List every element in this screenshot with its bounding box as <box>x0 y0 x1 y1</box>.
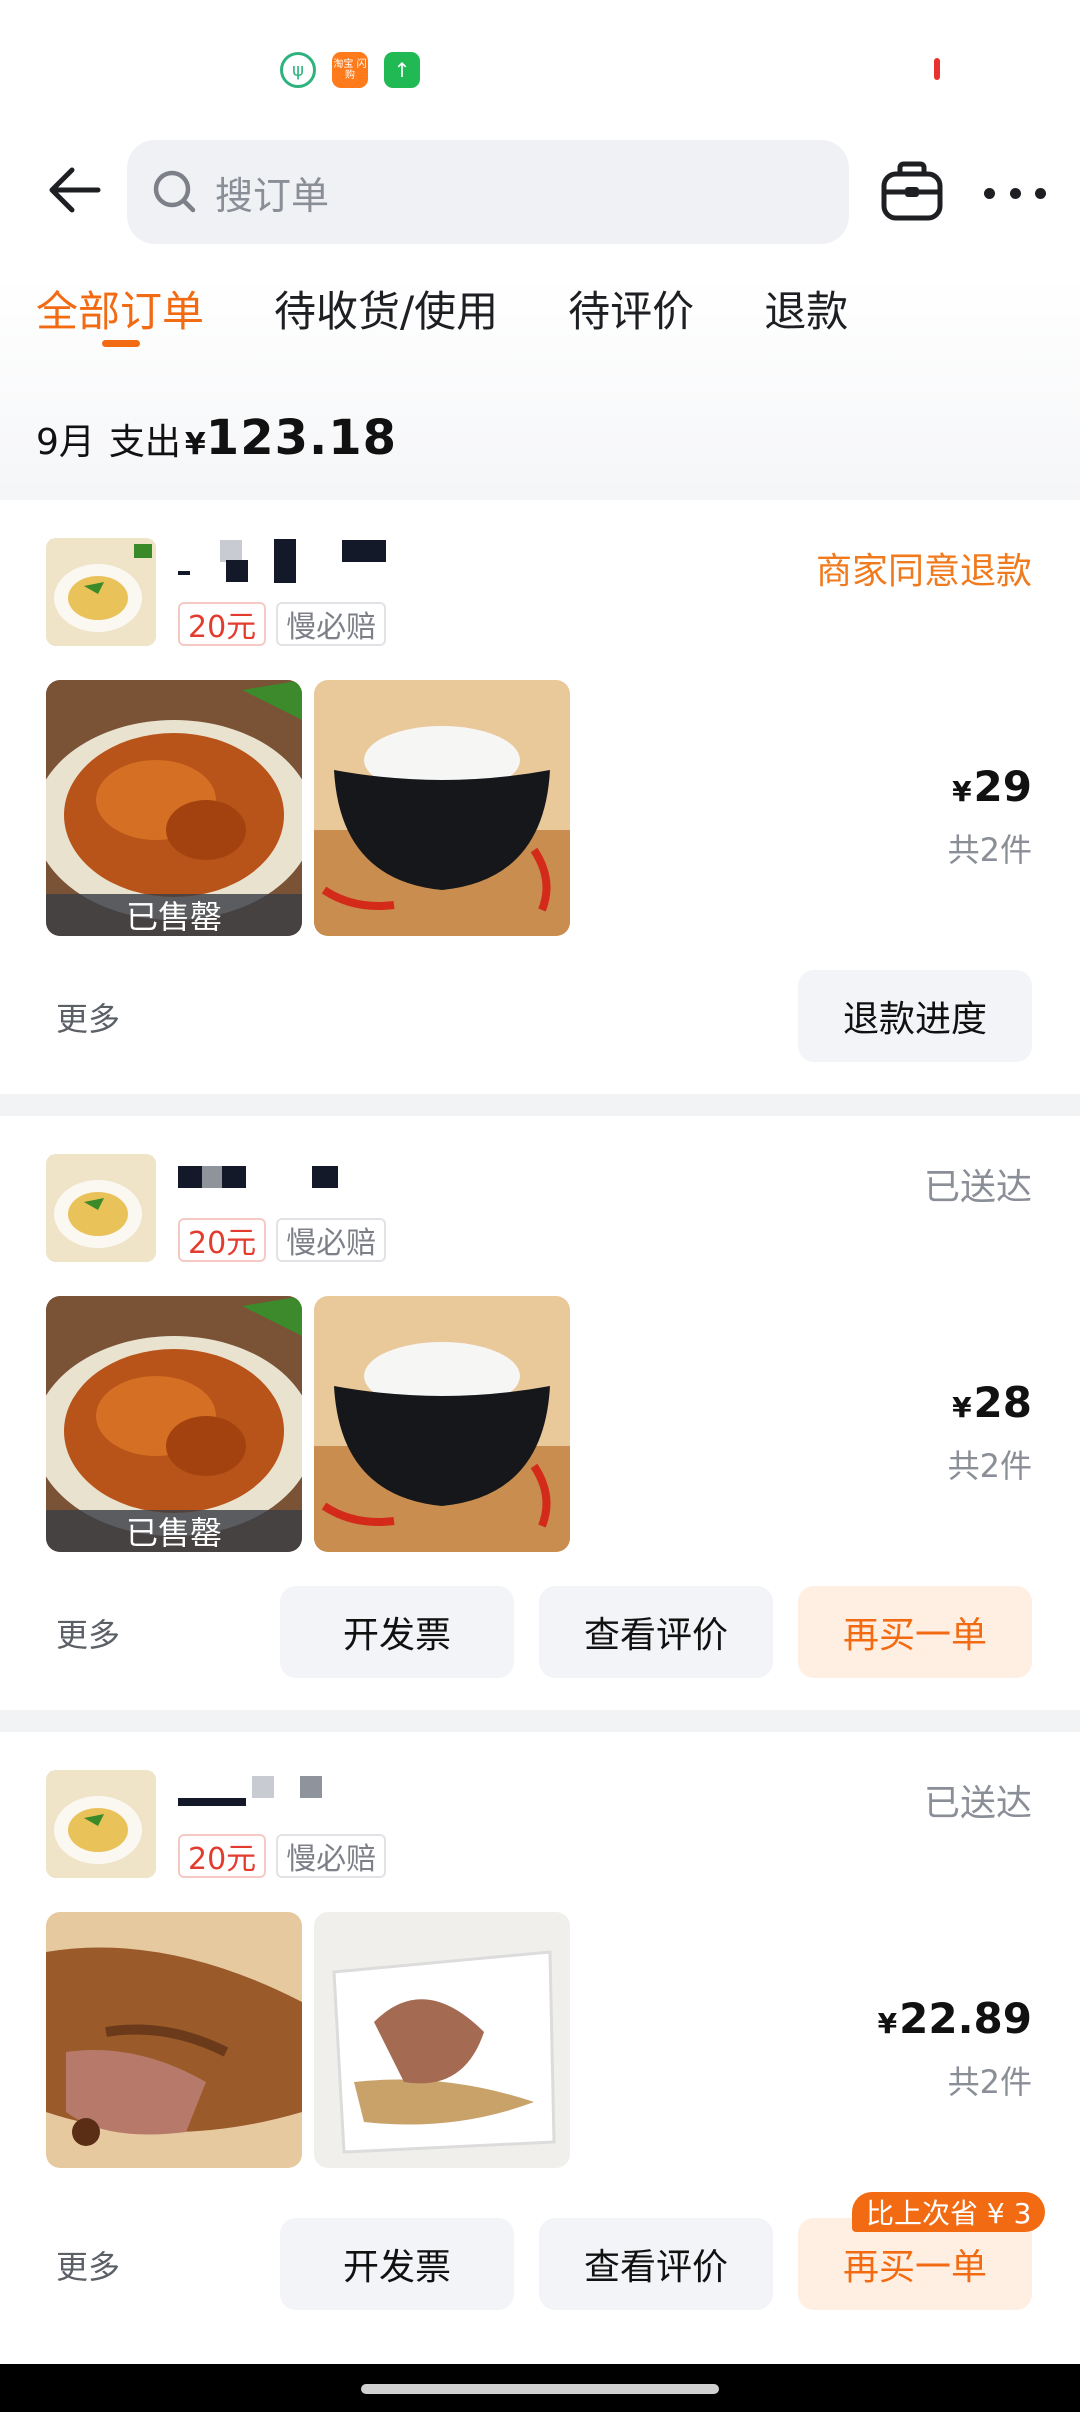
status-bar-icons: ψ 淘宝 闪购 ↑ <box>280 52 420 88</box>
summary-label: 支出 <box>108 422 181 463</box>
monthly-summary: 9月 支出 ¥ 123.18 <box>36 410 397 466</box>
shop-tags: 20元 慢必赔 <box>178 1834 387 1878</box>
order-price: ¥22.89 共2件 <box>878 1994 1032 2103</box>
product-image[interactable] <box>314 1296 570 1552</box>
order-card[interactable]: 20元 慢必赔 商家同意退款 已售罄 ¥29 共2件 更多 退款进度 <box>0 500 1080 1094</box>
price-currency: ¥ <box>952 1391 972 1424</box>
product-image[interactable] <box>314 680 570 936</box>
more-dots-icon[interactable] <box>984 168 1046 218</box>
late-compensation-tag: 慢必赔 <box>276 602 387 646</box>
briefcase-icon <box>881 161 943 221</box>
arrow-left-icon <box>49 167 101 213</box>
more-link[interactable]: 更多 <box>56 994 120 1040</box>
shop-tags: 20元 慢必赔 <box>178 1218 387 1262</box>
product-image[interactable] <box>314 1912 570 2168</box>
briefcase-button[interactable] <box>878 158 946 226</box>
system-navigation-bar <box>0 2364 1080 2412</box>
search-icon <box>153 170 196 213</box>
view-review-button[interactable]: 查看评价 <box>539 1586 773 1678</box>
order-status: 已送达 <box>923 1783 1032 1824</box>
summary-amount: 123.18 <box>205 410 398 466</box>
order-price: ¥29 共2件 <box>948 762 1032 871</box>
product-image[interactable]: 已售罄 <box>46 1296 302 1552</box>
shop-name-redacted[interactable] <box>178 536 386 586</box>
savings-badge: 比上次省 ¥ 3 <box>852 2192 1046 2232</box>
invoice-button[interactable]: 开发票 <box>280 2218 514 2310</box>
search-input[interactable]: 搜订单 <box>127 140 849 244</box>
late-compensation-tag: 慢必赔 <box>276 1834 387 1878</box>
order-card[interactable]: 20元 慢必赔 已送达 已售罄 ¥28 共2件 更多 开发票 查看评价 再买一单 <box>0 1116 1080 1710</box>
tab-to-receive[interactable]: 待收货/使用 <box>274 278 498 348</box>
taobao-shangou-icon: 淘宝 闪购 <box>332 52 368 88</box>
product-image[interactable]: 已售罄 <box>46 680 302 936</box>
tab-to-review[interactable]: 待评价 <box>568 278 694 348</box>
order-tabs: 全部订单 待收货/使用 待评价 退款 <box>36 278 918 348</box>
price-value: 28 <box>973 1378 1032 1427</box>
item-count: 共2件 <box>947 2063 1032 2101</box>
shop-thumbnail[interactable] <box>46 1154 156 1262</box>
sold-out-label: 已售罄 <box>46 1510 302 1552</box>
order-price: ¥28 共2件 <box>948 1378 1032 1487</box>
order-status: 商家同意退款 <box>815 551 1032 592</box>
leaf-app-icon: ψ <box>280 52 316 88</box>
item-count: 共2件 <box>947 1447 1032 1485</box>
coupon-tag: 20元 <box>178 602 267 646</box>
summary-month: 9月 <box>36 422 95 463</box>
item-count: 共2件 <box>947 831 1032 869</box>
invoice-button[interactable]: 开发票 <box>280 1586 514 1678</box>
product-image[interactable] <box>46 1912 302 2168</box>
summary-currency: ¥ <box>184 427 206 462</box>
tab-all-orders[interactable]: 全部订单 <box>36 278 204 348</box>
upload-app-icon: ↑ <box>384 52 420 88</box>
order-list-page: ψ 淘宝 闪购 ↑ 搜订单 全部订单 待收货/使用 待评价 退款 9月 支出 ¥… <box>0 0 1080 2412</box>
more-link[interactable]: 更多 <box>56 2242 120 2288</box>
reorder-button[interactable]: 再买一单 <box>798 1586 1032 1678</box>
sold-out-label: 已售罄 <box>46 894 302 936</box>
shop-thumbnail[interactable] <box>46 1770 156 1878</box>
order-status: 已送达 <box>923 1167 1032 1208</box>
price-value: 29 <box>973 762 1032 811</box>
back-button[interactable] <box>44 160 104 220</box>
view-review-button[interactable]: 查看评价 <box>539 2218 773 2310</box>
header-area: ψ 淘宝 闪购 ↑ 搜订单 全部订单 待收货/使用 待评价 退款 9月 支出 ¥… <box>0 0 1080 500</box>
shop-thumbnail[interactable] <box>46 538 156 646</box>
tab-refund[interactable]: 退款 <box>764 278 848 348</box>
coupon-tag: 20元 <box>178 1218 267 1262</box>
search-placeholder: 搜订单 <box>215 173 330 218</box>
coupon-tag: 20元 <box>178 1834 267 1878</box>
more-link[interactable]: 更多 <box>56 1610 120 1656</box>
price-value: 22.89 <box>899 1994 1032 2043</box>
status-indicator <box>934 58 940 80</box>
order-card[interactable]: 20元 慢必赔 已送达 ¥22.89 共2件 更多 开发票 查看评价 再买一单 … <box>0 1732 1080 2364</box>
shop-name-redacted[interactable] <box>178 1152 338 1202</box>
refund-progress-button[interactable]: 退款进度 <box>798 970 1032 1062</box>
late-compensation-tag: 慢必赔 <box>276 1218 387 1262</box>
shop-tags: 20元 慢必赔 <box>178 602 387 646</box>
price-currency: ¥ <box>877 2007 898 2040</box>
shop-name-redacted[interactable] <box>178 1768 322 1818</box>
price-currency: ¥ <box>952 775 972 808</box>
home-gesture-bar[interactable] <box>361 2384 719 2394</box>
